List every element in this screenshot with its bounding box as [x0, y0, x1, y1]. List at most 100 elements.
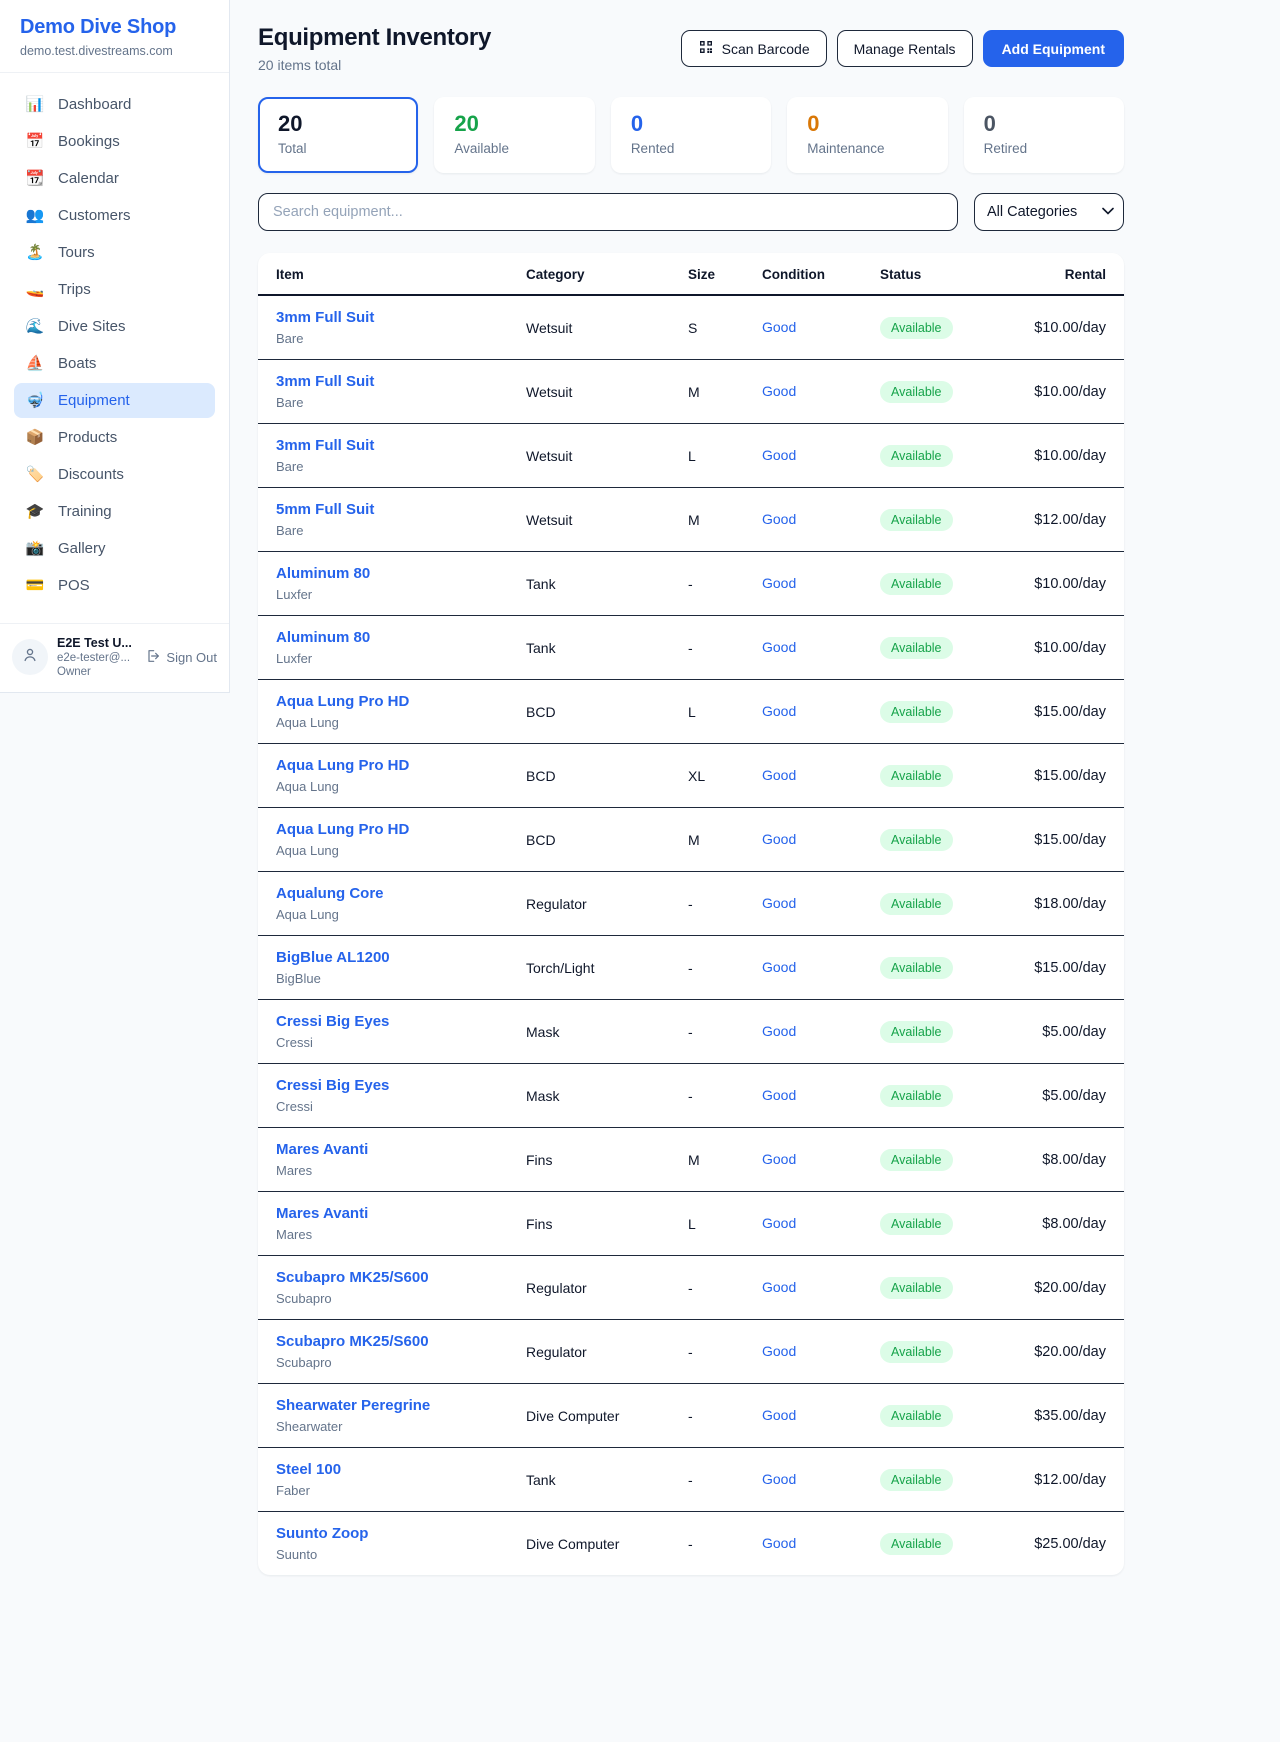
sidebar-item-label: Products	[58, 429, 117, 446]
item-rental: $35.00/day	[1014, 1384, 1124, 1448]
item-link-mares-avanti[interactable]: Mares Avanti	[276, 1141, 368, 1158]
table-row: Mares Avanti Mares Fins L Good Available	[258, 1192, 1124, 1256]
add-equipment-button[interactable]: Add Equipment	[983, 30, 1124, 67]
condition-link[interactable]: Good	[762, 767, 796, 783]
equipment-table-card: Item Category Size Condition Status Rent…	[258, 253, 1124, 1575]
manage-rentals-button[interactable]: Manage Rentals	[837, 30, 973, 67]
sidebar-item-dashboard[interactable]: 📊 Dashboard	[14, 87, 215, 122]
item-link-cressi-big-eyes[interactable]: Cressi Big Eyes	[276, 1013, 389, 1030]
item-link-aqua-lung-pro-hd[interactable]: Aqua Lung Pro HD	[276, 757, 409, 774]
sign-out-button[interactable]: Sign Out	[145, 648, 217, 667]
condition-link[interactable]: Good	[762, 895, 796, 911]
item-link-5mm-full-suit[interactable]: 5mm Full Suit	[276, 501, 374, 518]
sidebar-item-dive-sites[interactable]: 🌊 Dive Sites	[14, 309, 215, 344]
sidebar-item-bookings[interactable]: 📅 Bookings	[14, 124, 215, 159]
sign-out-label: Sign Out	[166, 650, 217, 665]
item-link-3mm-full-suit[interactable]: 3mm Full Suit	[276, 373, 374, 390]
item-size: -	[670, 1256, 744, 1320]
stat-card-total[interactable]: 20 Total	[258, 97, 418, 173]
brand-name[interactable]: Demo Dive Shop	[20, 16, 209, 39]
condition-link[interactable]: Good	[762, 383, 796, 399]
sidebar-item-customers[interactable]: 👥 Customers	[14, 198, 215, 233]
sidebar-item-tours[interactable]: 🏝️ Tours	[14, 235, 215, 270]
item-link-steel-100[interactable]: Steel 100	[276, 1461, 341, 1478]
item-link-suunto-zoop[interactable]: Suunto Zoop	[276, 1525, 368, 1542]
sidebar-item-trips[interactable]: 🚤 Trips	[14, 272, 215, 307]
dive-sites-icon: 🌊	[25, 319, 45, 334]
stat-card-retired[interactable]: 0 Retired	[964, 97, 1124, 173]
sidebar-item-training[interactable]: 🎓 Training	[14, 494, 215, 529]
condition-link[interactable]: Good	[762, 1087, 796, 1103]
status-badge: Available	[880, 1085, 953, 1107]
sidebar-item-products[interactable]: 📦 Products	[14, 420, 215, 455]
condition-link[interactable]: Good	[762, 959, 796, 975]
stat-card-rented[interactable]: 0 Rented	[611, 97, 771, 173]
item-rental: $18.00/day	[1014, 872, 1124, 936]
item-link-3mm-full-suit[interactable]: 3mm Full Suit	[276, 437, 374, 454]
item-rental: $10.00/day	[1014, 552, 1124, 616]
condition-link[interactable]: Good	[762, 575, 796, 591]
condition-link[interactable]: Good	[762, 639, 796, 655]
item-link-aqualung-core[interactable]: Aqualung Core	[276, 885, 384, 902]
sidebar-item-equipment[interactable]: 🤿 Equipment	[14, 383, 215, 418]
item-size: -	[670, 616, 744, 680]
condition-link[interactable]: Good	[762, 1343, 796, 1359]
item-link-aqua-lung-pro-hd[interactable]: Aqua Lung Pro HD	[276, 693, 409, 710]
item-brand: Bare	[276, 523, 490, 538]
sidebar-item-pos[interactable]: 💳 POS	[14, 568, 215, 603]
user-email: e2e-tester@...	[57, 652, 132, 664]
item-link-mares-avanti[interactable]: Mares Avanti	[276, 1205, 368, 1222]
stat-card-available[interactable]: 20 Available	[434, 97, 594, 173]
sidebar-item-calendar[interactable]: 📆 Calendar	[14, 161, 215, 196]
sidebar-item-boats[interactable]: ⛵ Boats	[14, 346, 215, 381]
item-link-scubapro-mk25-s600[interactable]: Scubapro MK25/S600	[276, 1269, 429, 1286]
item-link-bigblue-al1200[interactable]: BigBlue AL1200	[276, 949, 390, 966]
item-link-aqua-lung-pro-hd[interactable]: Aqua Lung Pro HD	[276, 821, 409, 838]
condition-link[interactable]: Good	[762, 447, 796, 463]
item-link-aluminum-80[interactable]: Aluminum 80	[276, 629, 370, 646]
item-size: -	[670, 1064, 744, 1128]
category-select[interactable]: All Categories	[974, 193, 1124, 231]
item-brand: Luxfer	[276, 651, 490, 666]
column-header-status: Status	[862, 253, 1014, 295]
sidebar-item-label: Gallery	[58, 540, 106, 557]
condition-link[interactable]: Good	[762, 1023, 796, 1039]
header-actions: Scan Barcode Manage Rentals Add Equipmen…	[681, 30, 1124, 67]
search-input[interactable]	[258, 193, 958, 231]
condition-link[interactable]: Good	[762, 1215, 796, 1231]
item-link-scubapro-mk25-s600[interactable]: Scubapro MK25/S600	[276, 1333, 429, 1350]
item-size: M	[670, 808, 744, 872]
item-size: -	[670, 1320, 744, 1384]
condition-link[interactable]: Good	[762, 1151, 796, 1167]
person-icon	[21, 646, 39, 669]
main-area: Equipment Inventory 20 items total	[230, 0, 1280, 1615]
item-rental: $15.00/day	[1014, 680, 1124, 744]
table-row: 3mm Full Suit Bare Wetsuit S Good Availa…	[258, 295, 1124, 360]
item-link-shearwater-peregrine[interactable]: Shearwater Peregrine	[276, 1397, 430, 1414]
condition-link[interactable]: Good	[762, 319, 796, 335]
item-size: -	[670, 872, 744, 936]
item-link-3mm-full-suit[interactable]: 3mm Full Suit	[276, 309, 374, 326]
brand[interactable]: Demo Dive Shop demo.test.divestreams.com	[0, 0, 229, 73]
condition-link[interactable]: Good	[762, 511, 796, 527]
sidebar-item-label: Boats	[58, 355, 96, 372]
table-row: Steel 100 Faber Tank - Good Available	[258, 1448, 1124, 1512]
item-size: L	[670, 1192, 744, 1256]
table-body: 3mm Full Suit Bare Wetsuit S Good Availa…	[258, 295, 1124, 1575]
condition-link[interactable]: Good	[762, 1535, 796, 1551]
sidebar-item-discounts[interactable]: 🏷️ Discounts	[14, 457, 215, 492]
column-header-condition: Condition	[744, 253, 862, 295]
stat-card-maintenance[interactable]: 0 Maintenance	[787, 97, 947, 173]
condition-link[interactable]: Good	[762, 1407, 796, 1423]
scan-barcode-button[interactable]: Scan Barcode	[681, 30, 827, 67]
condition-link[interactable]: Good	[762, 831, 796, 847]
item-link-cressi-big-eyes[interactable]: Cressi Big Eyes	[276, 1077, 389, 1094]
item-link-aluminum-80[interactable]: Aluminum 80	[276, 565, 370, 582]
customers-icon: 👥	[25, 208, 45, 223]
stat-label: Maintenance	[807, 141, 927, 156]
sidebar-item-label: Bookings	[58, 133, 120, 150]
condition-link[interactable]: Good	[762, 1279, 796, 1295]
sidebar-item-gallery[interactable]: 📸 Gallery	[14, 531, 215, 566]
condition-link[interactable]: Good	[762, 1471, 796, 1487]
condition-link[interactable]: Good	[762, 703, 796, 719]
